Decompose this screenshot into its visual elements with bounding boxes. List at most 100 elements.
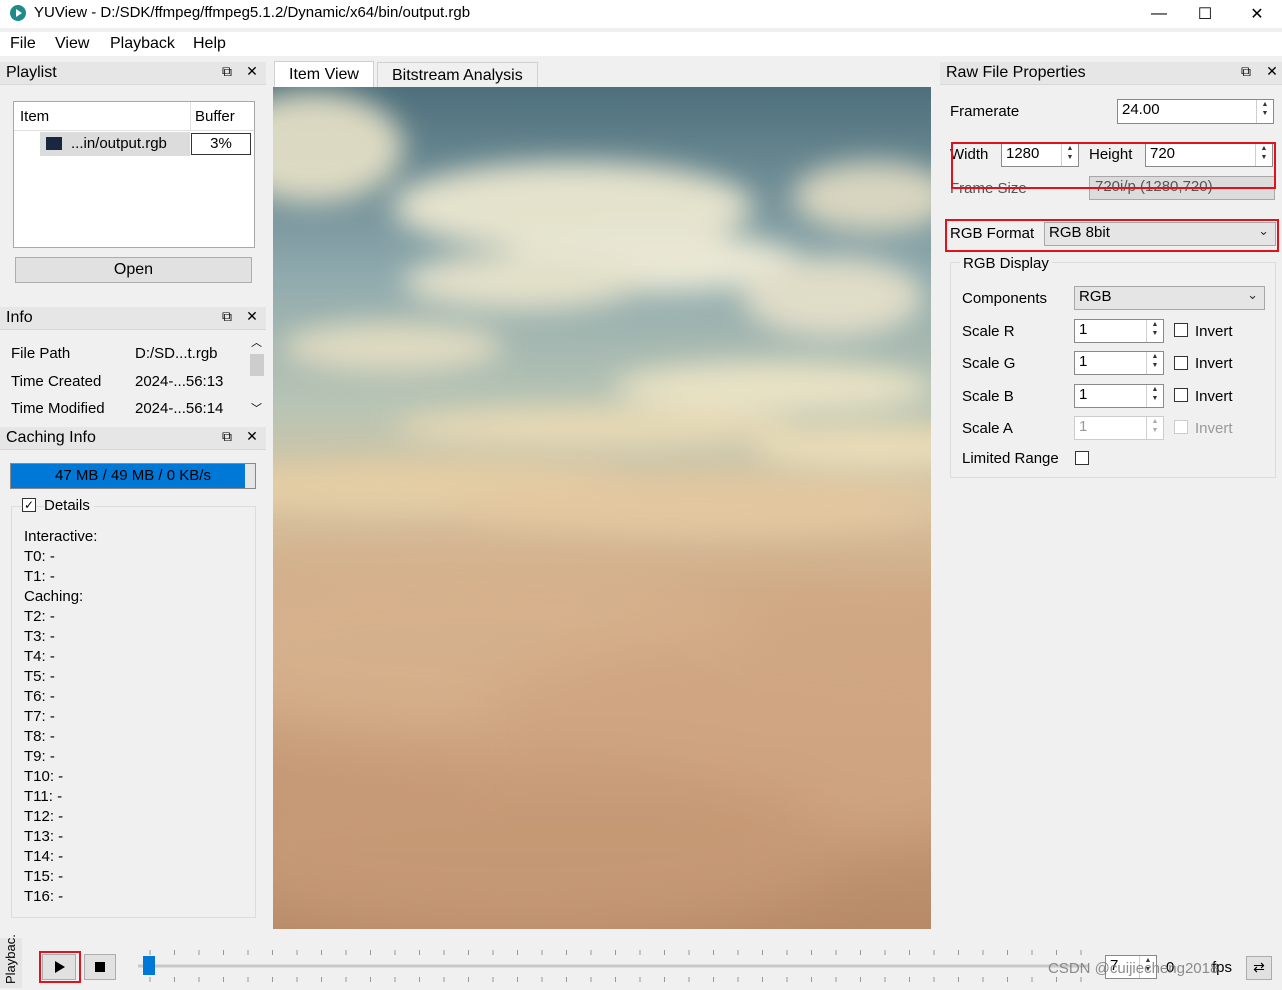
spin-arrows-icon[interactable]: ▲ ▼ [1146,320,1163,342]
close-icon[interactable]: ✕ [244,428,260,446]
cache-line: T4: - [24,648,55,665]
caching-dock-title: Caching Info ⧉ ✕ [0,427,266,450]
column-item[interactable]: Item [20,108,49,125]
scale-a-spinbox: 1 ▲ ▼ [1074,416,1164,440]
details-label: Details [44,497,94,514]
info-title: Info [6,309,33,326]
column-buffer[interactable]: Buffer [195,108,235,125]
info-label-time-modified: Time Modified [11,400,105,417]
playback-dock-title: Playbac. [0,934,22,988]
menu-playback[interactable]: Playback [110,35,175,53]
cache-line: T2: - [24,608,55,625]
scale-g-label: Scale G [962,355,1016,372]
spin-arrows-icon: ▲ ▼ [1146,417,1163,439]
limited-range-checkbox[interactable] [1075,451,1089,465]
framerate-spinbox[interactable]: 24.00 ▲ ▼ [1117,99,1274,124]
framerate-label: Framerate [950,103,1020,120]
invert-g-label: Invert [1195,355,1233,372]
playlist-tree[interactable]: Item Buffer ...in/output.rgb 3% [13,101,255,248]
sky-image [273,87,931,929]
highlight-rgb-format [945,219,1279,252]
scroll-thumb[interactable] [250,354,264,376]
tab-item-view[interactable]: Item View [274,61,374,87]
frame-slider[interactable] [130,946,1106,986]
scale-r-spinbox[interactable]: 1 ▲ ▼ [1074,319,1164,343]
components-value: RGB [1079,288,1112,305]
slider-handle[interactable] [143,956,155,975]
stop-button[interactable] [84,954,116,980]
invert-g-checkbox[interactable] [1174,356,1188,370]
cache-progress-bar: 47 MB / 49 MB / 0 KB/s [10,463,256,489]
invert-r-label: Invert [1195,323,1233,340]
tab-bitstream-analysis[interactable]: Bitstream Analysis [377,62,538,87]
repeat-icon[interactable]: ⇄ [1246,956,1272,980]
info-value-time-modified: 2024-...56:14 [135,400,224,417]
float-icon[interactable]: ⧉ [219,63,235,81]
cache-line: T13: - [24,828,64,845]
scale-r-label: Scale R [962,323,1015,340]
float-icon[interactable]: ⧉ [1238,63,1254,81]
spin-arrows-icon[interactable]: ▲ ▼ [1256,100,1273,123]
scale-g-value: 1 [1079,353,1088,370]
close-icon[interactable]: ✕ [1264,63,1280,81]
cache-line: T14: - [24,848,64,865]
scale-r-value: 1 [1079,321,1088,338]
close-icon[interactable]: ✕ [244,308,260,326]
playlist-title: Playlist [6,64,57,81]
menu-bar: File View Playback Help [0,32,1282,56]
rgb-display-label: RGB Display [960,255,1052,272]
info-label-time-created: Time Created [11,373,102,390]
props-dock-title: Raw File Properties ⧉ ✕ [940,62,1282,85]
video-file-icon [46,137,62,150]
open-button[interactable]: Open [15,257,252,283]
menu-view[interactable]: View [55,35,89,53]
close-icon[interactable]: ✕ [244,63,260,81]
playlist-item[interactable]: ...in/output.rgb [40,132,190,156]
scroll-down-icon[interactable]: ﹀ [251,400,262,416]
stop-icon [95,962,105,972]
cache-line: T15: - [24,868,64,885]
scale-b-label: Scale B [962,388,1014,405]
invert-b-checkbox[interactable] [1174,388,1188,402]
cache-line: T11: - [24,788,63,805]
float-icon[interactable]: ⧉ [219,428,235,446]
invert-r-checkbox[interactable] [1174,323,1188,337]
playlist-item-name: ...in/output.rgb [71,135,167,152]
details-checkbox[interactable]: ✓ [22,498,36,512]
scale-b-spinbox[interactable]: 1 ▲ ▼ [1074,384,1164,408]
minimize-icon[interactable]: — [1136,0,1182,28]
scale-g-spinbox[interactable]: 1 ▲ ▼ [1074,351,1164,375]
cache-line: T3: - [24,628,55,645]
cache-line: T16: - [24,888,64,905]
maximize-icon[interactable]: ☐ [1182,0,1228,28]
spin-arrows-icon[interactable]: ▲ ▼ [1146,352,1163,374]
scale-a-value: 1 [1079,418,1088,435]
menu-file[interactable]: File [10,35,36,53]
spin-arrows-icon[interactable]: ▲ ▼ [1146,385,1163,407]
scroll-up-icon[interactable]: ︿ [251,334,262,350]
caching-title: Caching Info [6,429,96,446]
components-label: Components [962,290,1048,307]
info-scrollbar[interactable]: ︿ ﹀ [248,334,266,418]
components-combo[interactable]: RGB ⌄ [1074,286,1265,310]
cache-line: T7: - [24,708,55,725]
menu-help[interactable]: Help [193,35,226,53]
window-title: YUView - D:/SDK/ffmpeg/ffmpeg5.1.2/Dynam… [34,4,471,21]
playlist-header: Item Buffer [14,102,254,131]
float-icon[interactable]: ⧉ [219,308,235,326]
cache-line: T8: - [24,728,55,745]
cache-line: Interactive: [24,528,98,545]
cache-progress-text: 47 MB / 49 MB / 0 KB/s [55,467,211,484]
video-frame[interactable] [273,87,931,929]
cache-line: T6: - [24,688,55,705]
info-label-file-path: File Path [11,345,71,362]
chevron-down-icon: ⌄ [1247,287,1258,302]
highlight-size [951,142,1276,189]
yuview-logo-icon [10,5,26,21]
props-title: Raw File Properties [946,64,1086,81]
scale-b-value: 1 [1079,386,1088,403]
invert-a-checkbox [1174,420,1188,434]
playlist-dock-title: Playlist ⧉ ✕ [0,62,266,85]
invert-a-label: Invert [1195,420,1233,437]
close-icon[interactable]: ✕ [1234,0,1280,28]
